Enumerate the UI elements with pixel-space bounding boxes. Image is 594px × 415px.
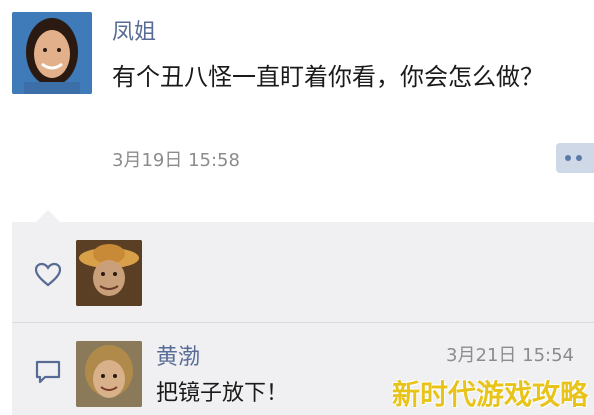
comment-author-name[interactable]: 黄渤 bbox=[156, 339, 200, 371]
heart-icon bbox=[34, 262, 62, 287]
panel-arrow bbox=[36, 210, 60, 222]
person-with-hat-icon bbox=[76, 240, 142, 306]
comment-menu-button[interactable] bbox=[556, 143, 594, 173]
dot-icon bbox=[576, 155, 582, 161]
post-author-name[interactable]: 凤姐 bbox=[112, 14, 156, 46]
watermark-text: 新时代游戏攻略 bbox=[391, 378, 588, 411]
moment-post: 凤姐 有个丑八怪一直盯着你看，你会怎么做？ 3月19日 15:58 bbox=[0, 0, 594, 222]
comment-timestamp: 3月21日 15:54 bbox=[446, 345, 574, 366]
person-photo-icon bbox=[76, 341, 142, 407]
liker-avatar[interactable] bbox=[76, 240, 142, 306]
commenter-avatar[interactable] bbox=[76, 341, 142, 407]
likes-row bbox=[12, 222, 594, 322]
person-photo-icon bbox=[12, 12, 92, 94]
post-timestamp: 3月19日 15:58 bbox=[112, 150, 240, 171]
dot-icon bbox=[565, 155, 571, 161]
comment-icon bbox=[35, 360, 61, 384]
post-author-avatar[interactable] bbox=[12, 12, 92, 94]
post-content: 有个丑八怪一直盯着你看，你会怎么做？ bbox=[112, 63, 544, 91]
comment-text: 把镜子放下！ bbox=[156, 381, 289, 406]
